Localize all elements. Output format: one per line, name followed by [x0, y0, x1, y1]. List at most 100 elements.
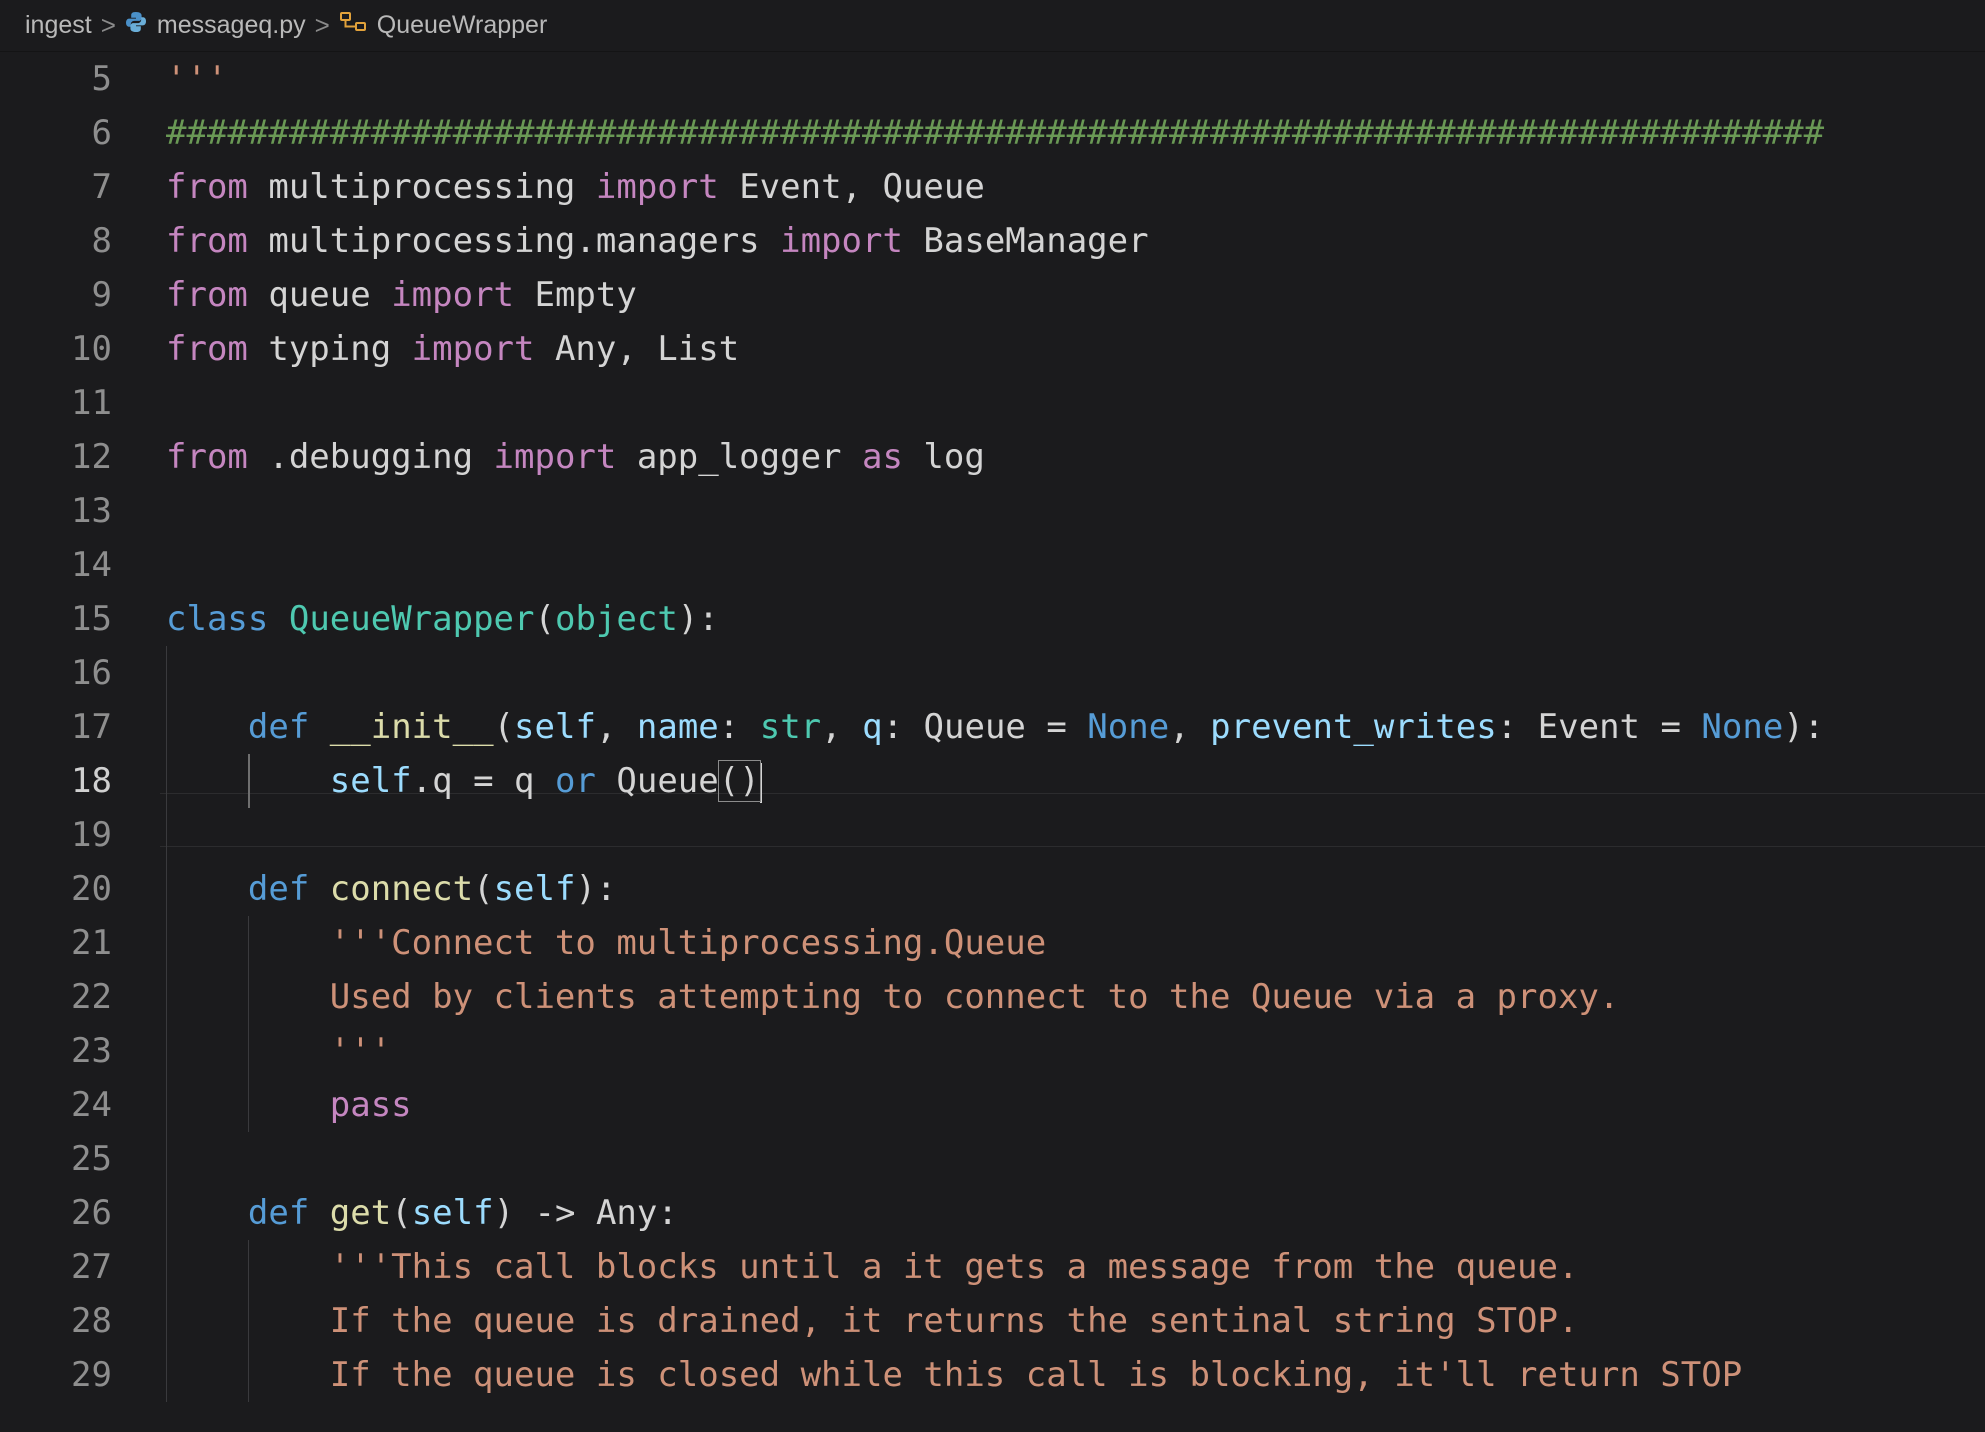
code-line[interactable]: 16 [0, 646, 1985, 700]
line-number: 29 [71, 1355, 112, 1395]
code-token: from [166, 221, 248, 261]
code-text: from .debugging import app_logger as log [166, 430, 985, 484]
code-line[interactable]: 28 If the queue is drained, it returns t… [0, 1294, 1985, 1348]
code-token: typing [247, 329, 412, 369]
code-token: q [862, 707, 883, 747]
indent-guide [248, 916, 249, 1132]
code-token: Event, Queue [718, 167, 985, 207]
code-line[interactable]: 8 from multiprocessing.managers import Ba… [0, 214, 1985, 268]
code-line[interactable]: 29 If the queue is closed while this cal… [0, 1348, 1985, 1402]
code-token: self [329, 761, 412, 801]
code-text: self.q = q or Queue() [166, 754, 762, 808]
code-token: get [329, 1193, 392, 1233]
line-number: 5 [91, 59, 112, 99]
breadcrumb-item-messageq-py[interactable]: messageq.py [125, 11, 306, 40]
code-token: log [902, 437, 985, 477]
indent-guide [166, 646, 167, 1402]
code-token: ''' [166, 59, 228, 99]
line-number: 23 [71, 1031, 112, 1071]
code-editor[interactable]: 5 ''' 6 ###################################… [0, 52, 1985, 1432]
line-number: 18 [71, 761, 112, 801]
code-line[interactable]: 20 def connect(self): [0, 862, 1985, 916]
line-number: 27 [71, 1247, 112, 1287]
code-line[interactable]: 18 self.q = q or Queue() [0, 754, 1985, 808]
code-token: , [1169, 707, 1211, 747]
code-line[interactable]: 12 from .debugging import app_logger as l… [0, 430, 1985, 484]
breadcrumb-item-ingest[interactable]: ingest [25, 11, 92, 40]
code-line[interactable]: 19 [0, 808, 1985, 862]
code-token: None [1087, 707, 1170, 747]
code-token: name [636, 707, 719, 747]
code-line[interactable]: 13 [0, 484, 1985, 538]
code-token: If the queue is closed while this call i… [329, 1355, 1743, 1395]
code-line[interactable]: 10 from typing import Any, List [0, 322, 1985, 376]
code-token: import [391, 275, 515, 315]
indent-guide [248, 754, 250, 808]
code-text: ''' [166, 1024, 391, 1078]
code-text: from queue import Empty [166, 268, 637, 322]
line-number: 12 [71, 437, 112, 477]
code-token: prevent_writes [1210, 707, 1497, 747]
code-token: def [247, 1193, 310, 1233]
code-token: as [862, 437, 903, 477]
code-token: : [718, 707, 760, 747]
code-text: '''Connect to multiprocessing.Queue [166, 916, 1046, 970]
code-token: object [554, 599, 678, 639]
code-token: '''This call blocks until a it gets a me… [329, 1247, 1579, 1287]
code-token: pass [329, 1085, 412, 1125]
breadcrumb: ingest > messageq.py > QueueWrapper [0, 0, 1985, 52]
code-line[interactable]: 9 from queue import Empty [0, 268, 1985, 322]
text-cursor [759, 762, 762, 803]
code-token: ( [534, 599, 555, 639]
code-line[interactable]: 23 ''' [0, 1024, 1985, 1078]
code-text: ''' [166, 52, 227, 106]
code-line[interactable]: 11 [0, 376, 1985, 430]
code-text: def get(self) -> Any: [166, 1186, 678, 1240]
code-line[interactable]: 5 ''' [0, 52, 1985, 106]
code-line[interactable]: 21 '''Connect to multiprocessing.Queue [0, 916, 1985, 970]
code-token: '''Connect to multiprocessing.Queue [329, 923, 1047, 963]
code-line[interactable]: 22 Used by clients attempting to connect… [0, 970, 1985, 1024]
code-token: Used by clients attempting to connect to… [329, 977, 1620, 1017]
code-line[interactable]: 6 #######################################… [0, 106, 1985, 160]
line-number: 14 [71, 545, 112, 585]
code-token: from [166, 167, 248, 207]
breadcrumb-label: ingest [25, 11, 92, 39]
breadcrumb-label: QueueWrapper [376, 11, 548, 39]
line-number: 26 [71, 1193, 112, 1233]
code-line[interactable]: 24 pass [0, 1078, 1985, 1132]
code-token: from [166, 437, 248, 477]
code-line[interactable]: 27 '''This call blocks until a it gets a… [0, 1240, 1985, 1294]
code-line[interactable]: 26 def get(self) -> Any: [0, 1186, 1985, 1240]
code-line[interactable]: 14 [0, 538, 1985, 592]
code-token: ########################################… [166, 113, 1825, 153]
code-text: def connect(self): [166, 862, 617, 916]
code-token: self [493, 869, 576, 909]
line-number: 28 [71, 1301, 112, 1341]
code-line[interactable]: 25 [0, 1132, 1985, 1186]
code-line[interactable]: 15 class QueueWrapper(object): [0, 592, 1985, 646]
code-token: .q = q [411, 761, 555, 801]
code-token: () [717, 760, 761, 802]
code-token: Queue [595, 761, 719, 801]
indent-guide [248, 1240, 249, 1402]
code-token: ): [1783, 707, 1825, 747]
code-token: ( [391, 1193, 412, 1233]
line-number: 7 [91, 167, 112, 207]
code-token: If the queue is drained, it returns the … [329, 1301, 1579, 1341]
code-token: str [759, 707, 822, 747]
code-text: Used by clients attempting to connect to… [166, 970, 1620, 1024]
code-text: '''This call blocks until a it gets a me… [166, 1240, 1579, 1294]
code-token: multiprocessing.managers [247, 221, 781, 261]
code-line[interactable]: 7 from multiprocessing import Event, Queu… [0, 160, 1985, 214]
breadcrumb-item-queuewrapper[interactable]: QueueWrapper [339, 11, 547, 40]
line-number: 9 [91, 275, 112, 315]
class-symbol-icon [339, 11, 367, 33]
line-number: 24 [71, 1085, 112, 1125]
code-line[interactable]: 17 def __init__(self, name: str, q: Queu… [0, 700, 1985, 754]
line-number: 13 [71, 491, 112, 531]
